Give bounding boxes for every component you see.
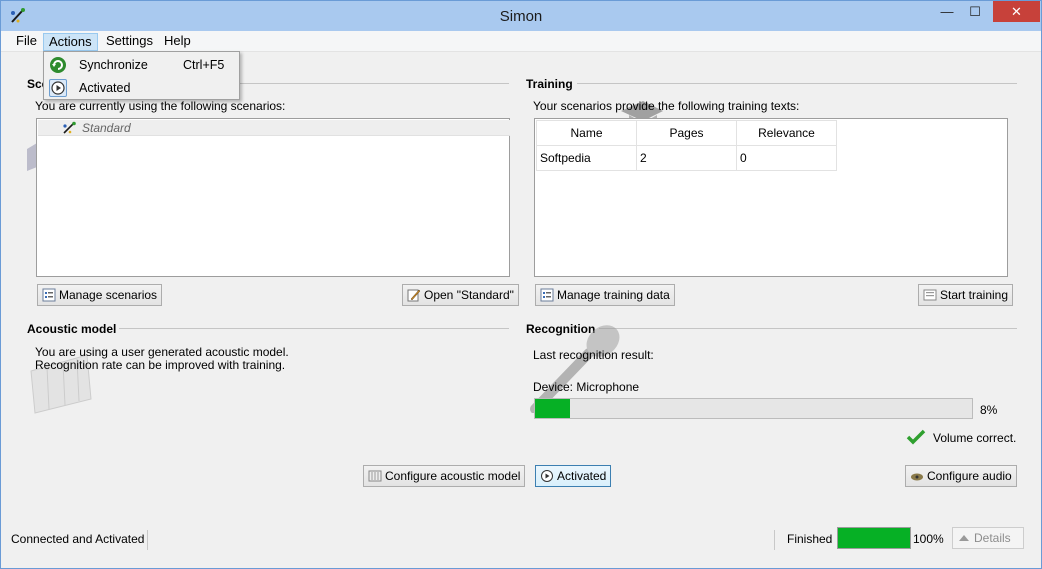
cell-name: Softpedia (536, 145, 637, 171)
column-header-relevance[interactable]: Relevance (736, 120, 837, 146)
training-description: Your scenarios provide the following tra… (533, 99, 800, 113)
synchronize-label: Synchronize (79, 58, 148, 72)
column-header-pages[interactable]: Pages (636, 120, 737, 146)
cell-pages: 2 (636, 145, 737, 171)
synchronize-shortcut: Ctrl+F5 (183, 58, 225, 72)
status-separator (147, 530, 148, 550)
close-button[interactable]: ✕ (993, 1, 1040, 22)
training-divider (577, 83, 1017, 84)
manage-scenarios-label: Manage scenarios (59, 288, 158, 302)
simon-window: Simon — ☐ ✕ File Actions Settings Help S… (0, 0, 1042, 569)
play-icon (541, 470, 553, 482)
table-row[interactable]: Softpedia 2 0 (536, 145, 837, 171)
model-icon (368, 470, 382, 482)
acoustic-line-2: Recognition rate can be improved with tr… (35, 358, 286, 372)
start-training-button[interactable]: Start training (918, 284, 1014, 306)
volume-status: Volume correct. (933, 431, 1017, 445)
menu-settings[interactable]: Settings (101, 33, 158, 51)
menu-help[interactable]: Help (159, 33, 196, 51)
scenario-name: Standard (82, 121, 131, 135)
cell-relevance: 0 (736, 145, 837, 171)
connection-status: Connected and Activated (11, 532, 145, 546)
sync-icon (50, 57, 66, 73)
volume-meter (534, 398, 973, 419)
manage-scenarios-button[interactable]: Manage scenarios (37, 284, 163, 306)
volume-percent: 8% (980, 403, 998, 417)
activated-label: Activated (79, 81, 131, 95)
minimize-button[interactable]: — (933, 1, 961, 22)
chevron-up-icon (959, 535, 969, 541)
activated-check-box (49, 79, 67, 97)
recognition-divider (599, 328, 1017, 329)
column-header-name[interactable]: Name (536, 120, 637, 146)
configure-audio-button[interactable]: Configure audio (905, 465, 1017, 487)
acoustic-line-1: You are using a user generated acoustic … (35, 345, 289, 359)
list-icon (540, 288, 554, 302)
activated-button[interactable]: Activated (535, 465, 612, 487)
progress-label: Finished (787, 532, 833, 546)
scenarios-description: You are currently using the following sc… (35, 99, 286, 113)
configure-acoustic-model-button[interactable]: Configure acoustic model (363, 465, 526, 487)
details-label: Details (974, 531, 1011, 545)
title-bar: Simon — ☐ ✕ (1, 1, 1041, 31)
status-progress-bar (837, 527, 911, 549)
manage-training-data-label: Manage training data (557, 288, 670, 302)
manage-training-data-button[interactable]: Manage training data (535, 284, 675, 306)
menu-actions[interactable]: Actions (43, 33, 98, 51)
checkmark-icon (906, 429, 926, 445)
status-bar: Connected and Activated Finished 100% De… (1, 526, 1041, 554)
status-separator (774, 530, 775, 550)
configure-audio-label: Configure audio (927, 469, 1012, 483)
progress-percent: 100% (913, 532, 944, 546)
window-title: Simon (499, 8, 543, 25)
menu-item-activated[interactable]: Activated (44, 77, 239, 99)
activated-button-label: Activated (557, 469, 607, 483)
details-button[interactable]: Details (952, 527, 1024, 549)
status-progress-fill (838, 528, 910, 548)
configure-acoustic-model-label: Configure acoustic model (385, 469, 521, 483)
device-label: Device: Microphone (533, 380, 640, 394)
edit-icon (407, 289, 421, 302)
start-training-label: Start training (940, 288, 1009, 302)
menu-bar: File Actions Settings Help (1, 31, 1041, 52)
open-scenario-button[interactable]: Open "Standard" (402, 284, 519, 306)
audio-icon (911, 473, 923, 481)
scenario-icon (63, 121, 76, 134)
maximize-button[interactable]: ☐ (961, 1, 989, 22)
table-header-row: Name Pages Relevance (536, 120, 837, 146)
menu-file[interactable]: File (11, 33, 42, 51)
training-icon (923, 289, 937, 301)
last-recognition-label: Last recognition result: (533, 348, 654, 362)
menu-item-synchronize[interactable]: Synchronize Ctrl+F5 (44, 54, 239, 76)
training-title: Training (526, 77, 573, 91)
acoustic-model-title: Acoustic model (27, 322, 117, 336)
acoustic-divider (119, 328, 509, 329)
volume-meter-fill (535, 399, 570, 418)
open-scenario-label: Open "Standard" (424, 288, 514, 302)
actions-dropdown: Synchronize Ctrl+F5 Activated (43, 51, 240, 100)
training-table: Name Pages Relevance Softpedia 2 0 (536, 120, 837, 171)
list-icon (42, 288, 56, 302)
play-icon (51, 81, 65, 95)
list-item[interactable]: Standard (38, 120, 510, 136)
training-table-panel: Name Pages Relevance Softpedia 2 0 (534, 118, 1008, 277)
scenarios-list[interactable]: Standard (36, 118, 510, 277)
